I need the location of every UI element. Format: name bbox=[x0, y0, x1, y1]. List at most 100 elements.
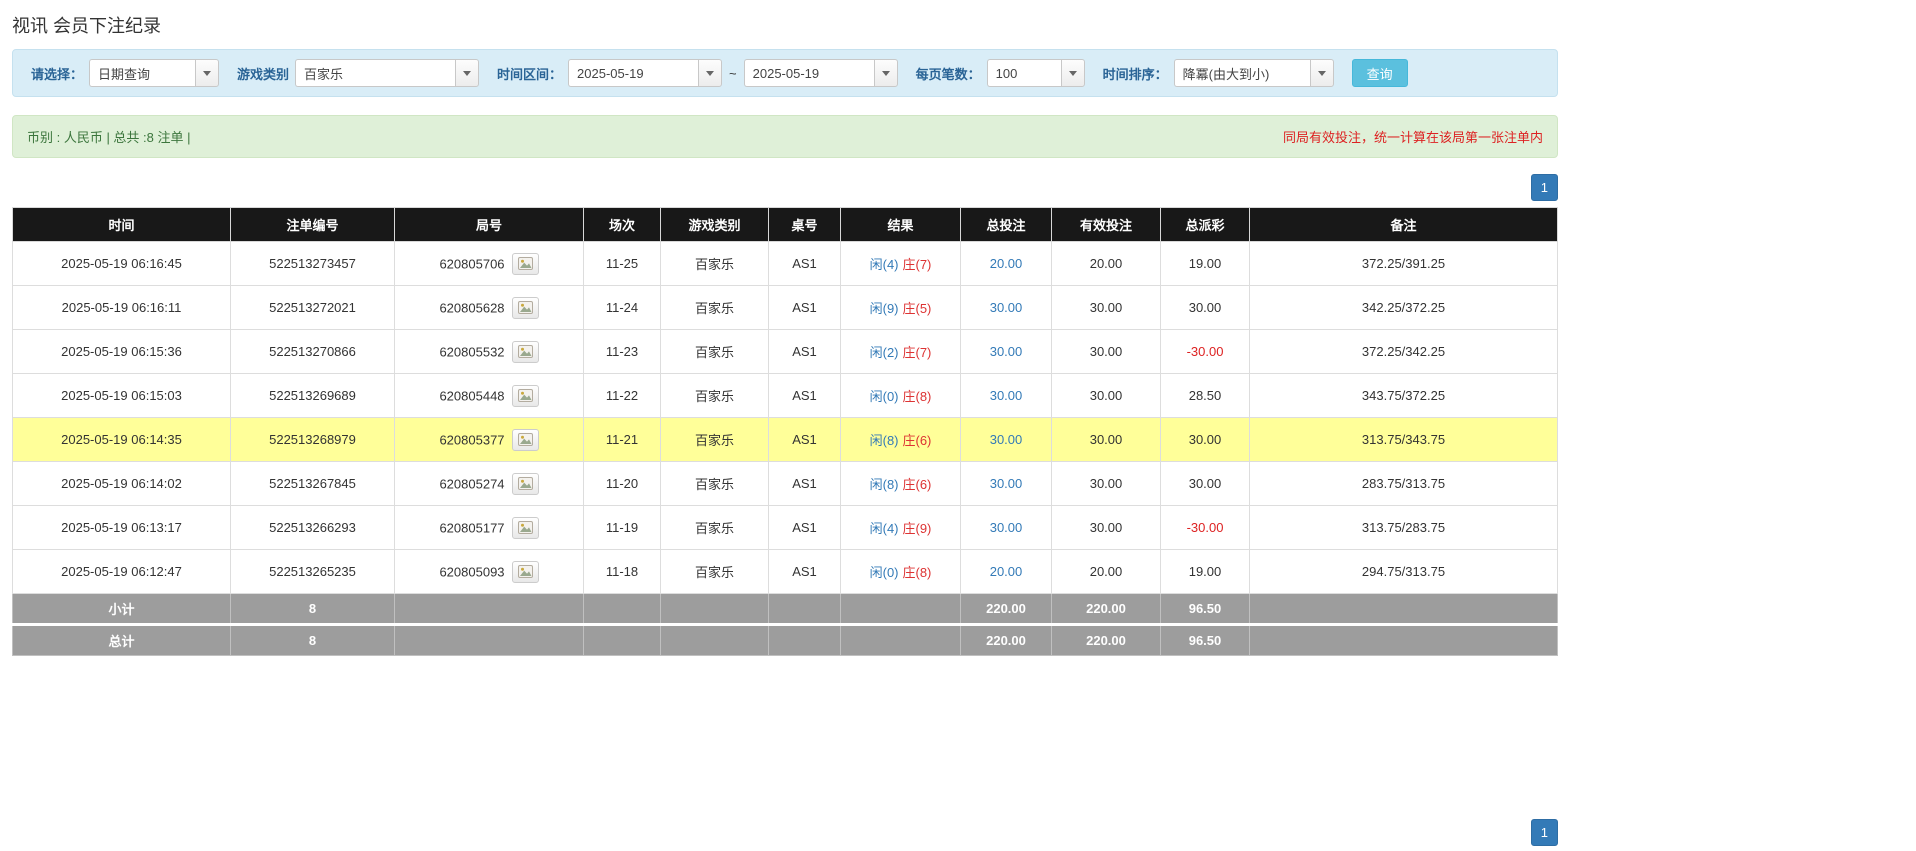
cell-session: 11-21 bbox=[583, 417, 661, 462]
date-to-dropdown-button[interactable] bbox=[873, 59, 898, 87]
cell-bet-id: 522513269689 bbox=[230, 373, 395, 418]
grand-total-empty-session bbox=[583, 623, 661, 656]
cell-time: 2025-05-19 06:12:47 bbox=[12, 549, 231, 594]
search-button[interactable]: 查询 bbox=[1351, 59, 1408, 87]
betting-records-table: 时间 注单编号 局号 场次 游戏类别 桌号 结果 总投注 有效投注 总派彩 备注… bbox=[12, 207, 1558, 656]
table-row: 2025-05-19 06:14:02 522513267845 6208052… bbox=[12, 461, 1558, 506]
cell-session: 11-23 bbox=[583, 329, 661, 374]
total-bet-link[interactable]: 30.00 bbox=[990, 520, 1023, 535]
game-category-input[interactable] bbox=[295, 59, 456, 87]
query-type-label: 请选择： bbox=[31, 66, 84, 82]
cell-bet-id: 522513273457 bbox=[230, 241, 395, 286]
round-number: 620805093 bbox=[439, 564, 505, 579]
image-icon bbox=[517, 389, 533, 402]
cell-note: 342.25/372.25 bbox=[1249, 285, 1558, 330]
result-banker: 庄(7) bbox=[902, 257, 932, 272]
total-bet-link[interactable]: 20.00 bbox=[990, 256, 1023, 271]
round-media-button[interactable] bbox=[511, 472, 539, 495]
cell-bet-id: 522513265235 bbox=[230, 549, 395, 594]
cell-total-bet: 30.00 bbox=[960, 373, 1052, 418]
cell-note: 372.25/391.25 bbox=[1249, 241, 1558, 286]
total-bet-link[interactable]: 30.00 bbox=[990, 344, 1023, 359]
cell-game: 百家乐 bbox=[660, 417, 769, 462]
subtotal-empty-session bbox=[583, 593, 661, 625]
round-media-button[interactable] bbox=[511, 340, 539, 363]
round-number: 620805532 bbox=[439, 344, 505, 359]
cell-note: 313.75/283.75 bbox=[1249, 505, 1558, 550]
total-bet-link[interactable]: 20.00 bbox=[990, 564, 1023, 579]
cell-result: 闲(0) 庄(8) bbox=[840, 549, 961, 594]
cell-valid-bet: 30.00 bbox=[1051, 505, 1161, 550]
per-page-input[interactable] bbox=[986, 59, 1061, 87]
result-player: 闲(4) bbox=[869, 257, 899, 272]
query-type-input[interactable] bbox=[89, 59, 196, 87]
cell-note: 294.75/313.75 bbox=[1249, 549, 1558, 594]
date-from-dropdown-button[interactable] bbox=[698, 59, 723, 87]
date-from-input[interactable] bbox=[568, 59, 699, 87]
date-to-input[interactable] bbox=[743, 59, 874, 87]
cell-bet-id: 522513268979 bbox=[230, 417, 395, 462]
currency-summary: 币别 : 人民币 | 总共 :8 注单 | bbox=[27, 130, 191, 145]
table-row: 2025-05-19 06:16:11 522513272021 6208056… bbox=[12, 285, 1558, 330]
query-type-dropdown-button[interactable] bbox=[195, 59, 220, 87]
cell-table-no: AS1 bbox=[768, 241, 841, 286]
grand-total-empty-round bbox=[394, 623, 584, 656]
cell-table-no: AS1 bbox=[768, 285, 841, 330]
total-bet-link[interactable]: 30.00 bbox=[990, 388, 1023, 403]
cell-total-bet: 20.00 bbox=[960, 241, 1052, 286]
chevron-down-icon bbox=[463, 70, 472, 76]
total-bet-link[interactable]: 30.00 bbox=[990, 476, 1023, 491]
per-page-dropdown-button[interactable] bbox=[1060, 59, 1085, 87]
round-media-button[interactable] bbox=[511, 296, 539, 319]
cell-note: 372.25/342.25 bbox=[1249, 329, 1558, 374]
round-media-button[interactable] bbox=[511, 560, 539, 583]
result-banker: 庄(6) bbox=[902, 477, 932, 492]
cell-time: 2025-05-19 06:13:17 bbox=[12, 505, 231, 550]
table-row: 2025-05-19 06:14:35 522513268979 6208053… bbox=[12, 417, 1558, 462]
round-media-button[interactable] bbox=[511, 252, 539, 275]
game-category-dropdown-button[interactable] bbox=[455, 59, 480, 87]
round-media-button[interactable] bbox=[511, 428, 539, 451]
page-1-button-bottom[interactable]: 1 bbox=[1530, 819, 1558, 846]
time-sort-input[interactable] bbox=[1173, 59, 1310, 87]
round-media-button[interactable] bbox=[511, 516, 539, 539]
time-sort-dropdown-button[interactable] bbox=[1309, 59, 1334, 87]
cell-round: 620805093 bbox=[394, 549, 584, 594]
table-row: 2025-05-19 06:13:17 522513266293 6208051… bbox=[12, 505, 1558, 550]
cell-total-bet: 30.00 bbox=[960, 505, 1052, 550]
cell-note: 313.75/343.75 bbox=[1249, 417, 1558, 462]
header-session: 场次 bbox=[583, 207, 661, 242]
page-1-button[interactable]: 1 bbox=[1530, 174, 1558, 201]
cell-table-no: AS1 bbox=[768, 461, 841, 506]
subtotal-row: 小计 8 220.00 220.00 96.50 bbox=[12, 593, 1558, 625]
header-valid-bet: 有效投注 bbox=[1051, 207, 1161, 242]
page: 视讯 会员下注纪录 请选择： 游戏类别 时间区间： ~ 每页笔数： 时间排序： bbox=[12, 12, 1558, 846]
cell-round: 620805377 bbox=[394, 417, 584, 462]
cell-result: 闲(0) 庄(8) bbox=[840, 373, 961, 418]
cell-result: 闲(4) 庄(7) bbox=[840, 241, 961, 286]
subtotal-label: 小计 bbox=[12, 593, 231, 625]
cell-bet-id: 522513267845 bbox=[230, 461, 395, 506]
game-category-combo bbox=[295, 59, 480, 87]
cell-session: 11-18 bbox=[583, 549, 661, 594]
header-time: 时间 bbox=[12, 207, 231, 242]
cell-game: 百家乐 bbox=[660, 285, 769, 330]
chevron-down-icon bbox=[1068, 70, 1077, 76]
total-bet-link[interactable]: 30.00 bbox=[990, 432, 1023, 447]
total-bet-link[interactable]: 30.00 bbox=[990, 300, 1023, 315]
round-number: 620805377 bbox=[439, 432, 505, 447]
grand-total-count: 8 bbox=[230, 623, 395, 656]
cell-valid-bet: 30.00 bbox=[1051, 329, 1161, 374]
subtotal-empty-table bbox=[768, 593, 841, 625]
result-player: 闲(0) bbox=[869, 565, 899, 580]
cell-bet-id: 522513272021 bbox=[230, 285, 395, 330]
round-media-button[interactable] bbox=[511, 384, 539, 407]
cell-total-bet: 30.00 bbox=[960, 461, 1052, 506]
cell-game: 百家乐 bbox=[660, 241, 769, 286]
chevron-down-icon bbox=[203, 70, 212, 76]
cell-time: 2025-05-19 06:16:11 bbox=[12, 285, 231, 330]
chevron-down-icon bbox=[881, 70, 890, 76]
cell-payout: 30.00 bbox=[1160, 417, 1250, 462]
cell-bet-id: 522513270866 bbox=[230, 329, 395, 374]
result-player: 闲(9) bbox=[869, 301, 899, 316]
